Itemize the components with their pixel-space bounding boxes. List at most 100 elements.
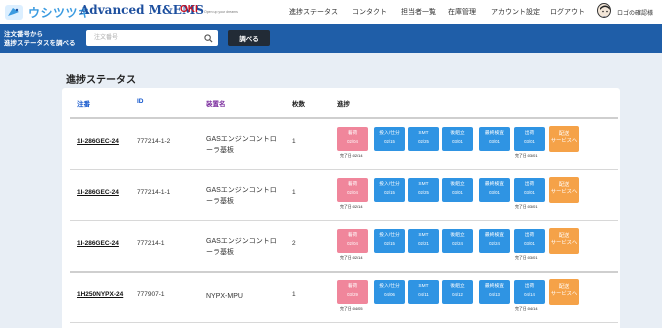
progress-step[interactable]: 投入/仕分 02/15 — [374, 127, 405, 151]
step-label: 後組立 — [450, 131, 465, 136]
progress-step[interactable]: 投入/仕分 04/06 — [374, 280, 405, 304]
device-name: NYPX-MPU — [206, 291, 286, 302]
progress-step[interactable]: SMT 04/11 — [408, 280, 439, 304]
nav-contact[interactable]: コンタクト — [352, 7, 387, 17]
delivery-label-line1: 配送 — [558, 131, 570, 137]
step-label: 最終検査 — [484, 182, 505, 187]
delivery-label-line1: 配送 — [558, 284, 570, 290]
progress-step[interactable]: 後組立 02/24 — [442, 229, 473, 253]
progress-step[interactable]: SMT 02/25 — [408, 127, 439, 151]
delivery-service-button[interactable]: 配送 サービスへ — [549, 228, 579, 254]
col-header-progress: 進捗 — [337, 101, 350, 108]
step-label: 後組立 — [450, 182, 465, 187]
progress-step[interactable]: 後組立 03/01 — [442, 127, 473, 151]
page-title: 進捗ステータス — [66, 75, 136, 86]
delivery-label-line2: サービスへ — [550, 138, 578, 144]
nav-inventory[interactable]: 在庫管理 — [448, 7, 476, 17]
completion-date-first: 完了日:02/14 — [340, 255, 363, 260]
delivery-service-button[interactable]: 配送 サービスへ — [549, 279, 579, 305]
delivery-service-button[interactable]: 配送 サービスへ — [549, 177, 579, 203]
quantity: 2 — [292, 240, 296, 247]
step-date: 03/01 — [452, 190, 463, 195]
progress-step[interactable]: 最終検査 04/13 — [479, 280, 510, 304]
delivery-label-line1: 配送 — [558, 233, 570, 239]
progress-step[interactable]: 後組立 03/01 — [442, 178, 473, 202]
progress-step[interactable]: 着荷 02/04 — [337, 229, 368, 253]
search-label: 注文番号から 進捗ステータスを調べる — [4, 30, 76, 48]
user-avatar[interactable] — [597, 3, 611, 18]
progress-step[interactable]: 最終検査 02/24 — [479, 229, 510, 253]
step-date: 02/15 — [384, 139, 395, 144]
progress-step[interactable]: 出荷 03/01 — [514, 229, 545, 253]
step-date: 02/25 — [418, 190, 429, 195]
nav-progress-status[interactable]: 進捗ステータス — [289, 7, 338, 17]
step-date: 04/12 — [452, 292, 463, 297]
logo-oki-tagline: Open up your dreams — [204, 10, 238, 14]
top-header: ウシツツキ Advanced M&EMS OKI Open up your dr… — [0, 0, 662, 24]
device-name: GASエンジンコントロ ーラ基板 — [206, 134, 286, 156]
step-label: 投入/仕分 — [379, 284, 400, 289]
step-date: 02/25 — [418, 139, 429, 144]
progress-step[interactable]: 後組立 04/12 — [442, 280, 473, 304]
avatar-face-icon — [600, 5, 610, 17]
search-icon[interactable] — [204, 34, 213, 43]
search-button[interactable]: 調べる — [228, 30, 270, 46]
step-label: 着荷 — [347, 182, 358, 187]
progress-step[interactable]: 出荷 03/01 — [514, 127, 545, 151]
progress-step[interactable]: 出荷 04/14 — [514, 280, 545, 304]
completion-date-last: 完了日:03/01 — [515, 255, 538, 260]
progress-step[interactable]: 出荷 03/01 — [514, 178, 545, 202]
delivery-label: 配送 サービスへ — [549, 284, 579, 298]
progress-step[interactable]: 着荷 02/04 — [337, 127, 368, 151]
row-divider — [70, 220, 618, 221]
step-date: 04/13 — [489, 292, 500, 297]
progress-step[interactable]: SMT 02/25 — [408, 178, 439, 202]
device-name: GASエンジンコントロ ーラ基板 — [206, 236, 286, 258]
col-header-name: 装置名 — [206, 101, 226, 108]
progress-step[interactable]: 着荷 02/04 — [337, 178, 368, 202]
step-date: 04/06 — [384, 292, 395, 297]
progress-step[interactable]: 最終検査 03/01 — [479, 178, 510, 202]
col-header-order: 注番 — [77, 101, 90, 108]
step-label: 投入/仕分 — [379, 131, 400, 136]
completion-date-last: 完了日:03/01 — [515, 153, 538, 158]
nav-account-settings[interactable]: アカウント設定 — [491, 7, 540, 17]
delivery-label-line1: 配送 — [558, 182, 570, 188]
progress-step[interactable]: 投入/仕分 02/15 — [374, 229, 405, 253]
completion-date-first: 完了日:04/05 — [340, 306, 363, 311]
step-date: 03/01 — [489, 190, 500, 195]
delivery-service-button[interactable]: 配送 サービスへ — [549, 126, 579, 152]
step-label: 後組立 — [450, 233, 465, 238]
step-date: 02/04 — [347, 241, 358, 246]
step-date: 02/15 — [384, 241, 395, 246]
nav-staff-list[interactable]: 担当者一覧 — [401, 7, 436, 17]
device-name-line1: GASエンジンコントロ — [206, 238, 277, 245]
device-name-line2: ーラ基板 — [206, 147, 234, 154]
nav-logout[interactable]: ログアウト — [550, 7, 585, 17]
order-number-link[interactable]: 1I-286GEC-24 — [77, 138, 119, 145]
step-date: 03/01 — [524, 139, 535, 144]
quantity: 1 — [292, 291, 296, 298]
order-number-link[interactable]: 1H250NYPX-24 — [77, 291, 123, 298]
search-bar: 注文番号から 進捗ステータスを調べる 調べる — [0, 24, 662, 53]
step-date: 03/01 — [524, 190, 535, 195]
progress-step[interactable]: SMT 02/21 — [408, 229, 439, 253]
step-date: 03/01 — [524, 241, 535, 246]
row-divider — [70, 169, 618, 170]
delivery-label: 配送 サービスへ — [549, 233, 579, 247]
delivery-label-line2: サービスへ — [550, 291, 578, 297]
progress-step[interactable]: 投入/仕分 02/15 — [374, 178, 405, 202]
device-name-line1: NYPX-MPU — [206, 293, 243, 300]
step-date: 04/14 — [524, 292, 535, 297]
progress-step[interactable]: 最終検査 03/01 — [479, 127, 510, 151]
bird-logo-icon — [5, 5, 23, 20]
step-label: 投入/仕分 — [379, 182, 400, 187]
step-date: 03/29 — [347, 292, 358, 297]
order-number-link[interactable]: 1I-286GEC-24 — [77, 240, 119, 247]
order-number-input[interactable] — [86, 30, 218, 46]
step-label: SMT — [418, 284, 429, 289]
step-date: 02/24 — [489, 241, 500, 246]
order-number-link[interactable]: 1I-286GEC-24 — [77, 189, 119, 196]
progress-step[interactable]: 着荷 03/29 — [337, 280, 368, 304]
col-header-id: ID — [137, 98, 144, 105]
